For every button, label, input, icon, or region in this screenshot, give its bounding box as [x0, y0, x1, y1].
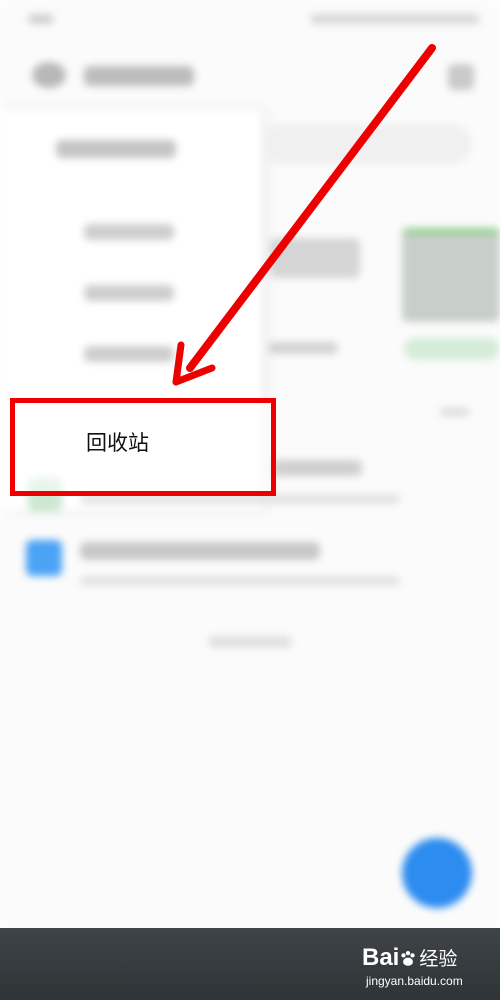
drawer-item-4 [84, 346, 174, 362]
list-footer [208, 636, 292, 648]
card-left-text [270, 238, 360, 278]
baidu-paw-icon [401, 950, 416, 966]
watermark-url: jingyan.baidu.com [366, 974, 463, 988]
fab-button[interactable] [402, 838, 472, 908]
watermark-brand-suffix: 经验 [419, 949, 458, 970]
status-bar-time [28, 14, 54, 24]
card-right-thumbnail [402, 228, 500, 322]
header-avatar [32, 62, 66, 88]
list-item-1-title [272, 460, 362, 476]
menu-item-recycle-bin[interactable]: 回收站 [86, 427, 149, 457]
drawer-item-1 [56, 140, 176, 158]
watermark-brand-text: Bai [362, 944, 400, 971]
status-bar-icons [310, 14, 480, 24]
header-title [84, 66, 194, 86]
list-item-2-title [80, 542, 320, 560]
list-item-2-icon [26, 540, 62, 576]
more-dots [440, 408, 470, 416]
list-item-2-sub [80, 576, 400, 586]
card-left-meta [268, 342, 338, 354]
watermark-brand: Bai 经验 [362, 944, 457, 972]
watermark: Bai 经验 jingyan.baidu.com [362, 942, 482, 992]
search-bar [262, 124, 472, 164]
header-icon-right [448, 64, 474, 90]
drawer-item-3 [84, 285, 174, 301]
card-right-meta [404, 338, 500, 360]
drawer-item-2 [84, 224, 174, 240]
